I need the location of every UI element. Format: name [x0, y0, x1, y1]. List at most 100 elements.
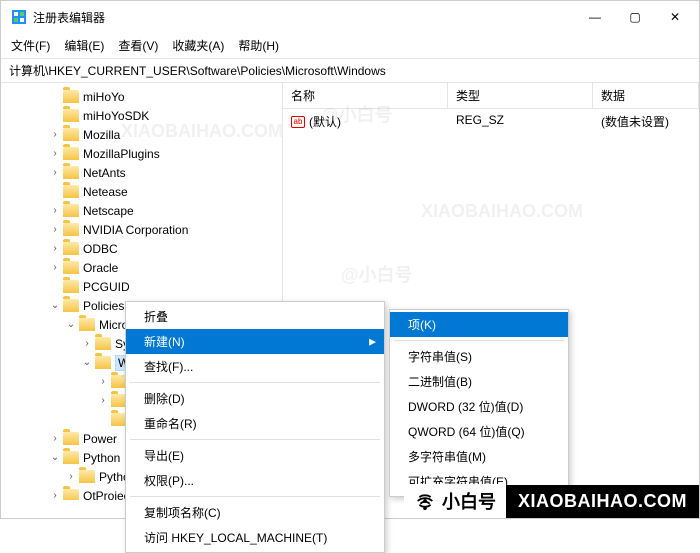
chevron-right-icon[interactable]: ›	[49, 167, 61, 178]
separator	[394, 340, 564, 341]
submenu-arrow-icon: ▶	[369, 336, 376, 347]
ctx-new-dword[interactable]: DWORD (32 位)值(D)	[390, 394, 568, 419]
folder-icon	[63, 185, 79, 198]
folder-icon	[95, 337, 111, 350]
tree-item[interactable]: › Netscape	[1, 201, 282, 220]
ctx-rename[interactable]: 重命名(R)	[126, 411, 384, 436]
tree-item[interactable]: miHoYoSDK	[1, 106, 282, 125]
ctx-copy-key[interactable]: 复制项名称(C)	[126, 500, 384, 525]
chevron-right-icon[interactable]: ›	[81, 338, 93, 349]
folder-icon	[63, 489, 79, 500]
ctx-delete[interactable]: 删除(D)	[126, 386, 384, 411]
minimize-button[interactable]: —	[575, 3, 615, 31]
row-data-text: (数值未设置)	[593, 111, 699, 132]
address-bar[interactable]: 计算机\HKEY_CURRENT_USER\Software\Policies\…	[1, 58, 699, 83]
chevron-right-icon[interactable]: ›	[49, 205, 61, 216]
folder-icon	[79, 470, 95, 483]
chevron-right-icon[interactable]: ›	[65, 471, 77, 482]
ctx-new-string[interactable]: 字符串值(S)	[390, 344, 568, 369]
tree-item-label: NetAnts	[83, 166, 126, 180]
chevron-down-icon[interactable]: ⌄	[65, 319, 77, 330]
tree-item[interactable]: Netease	[1, 182, 282, 201]
chevron-right-icon[interactable]: ›	[49, 148, 61, 159]
chevron-right-icon[interactable]: ›	[49, 262, 61, 273]
ctx-new-key[interactable]: 项(K)	[390, 312, 568, 337]
chevron-right-icon[interactable]: ›	[97, 376, 109, 387]
ctx-collapse[interactable]: 折叠	[126, 304, 384, 329]
separator	[130, 496, 380, 497]
string-value-icon: ab	[291, 116, 305, 128]
tree-item[interactable]: › Mozilla	[1, 125, 282, 144]
menu-view[interactable]: 查看(V)	[112, 35, 164, 56]
row-name-text: (默认)	[309, 113, 341, 130]
ctx-new-qword[interactable]: QWORD (64 位)值(Q)	[390, 419, 568, 444]
tree-item[interactable]: › Oracle	[1, 258, 282, 277]
tree-item-label: PCGUID	[83, 280, 130, 294]
chevron-right-icon[interactable]: ›	[49, 243, 61, 254]
ctx-new-label: 新建(N)	[144, 335, 185, 349]
folder-icon	[79, 318, 95, 331]
tree-item[interactable]: › NetAnts	[1, 163, 282, 182]
tree-item-label: MozillaPlugins	[83, 147, 160, 161]
tree-item-label: Power	[83, 432, 117, 446]
tree-item-label: ODBC	[83, 242, 118, 256]
folder-icon	[63, 166, 79, 179]
chevron-right-icon[interactable]: ›	[49, 224, 61, 235]
context-menu-main: 折叠 新建(N) ▶ 查找(F)... 删除(D) 重命名(R) 导出(E) 权…	[125, 301, 385, 553]
ctx-permissions[interactable]: 权限(P)...	[126, 468, 384, 493]
chevron-down-icon[interactable]: ⌄	[49, 452, 61, 463]
tree-item-label: Mozilla	[83, 128, 120, 142]
list-row[interactable]: ab (默认) REG_SZ (数值未设置)	[283, 109, 699, 134]
chevron-right-icon[interactable]: ›	[49, 129, 61, 140]
tree-item[interactable]: › MozillaPlugins	[1, 144, 282, 163]
tree-item[interactable]: › NVIDIA Corporation	[1, 220, 282, 239]
separator	[130, 382, 380, 383]
ctx-new[interactable]: 新建(N) ▶	[126, 329, 384, 354]
tree-item-label: Oracle	[83, 261, 118, 275]
close-button[interactable]: ✕	[655, 3, 695, 31]
window-title: 注册表编辑器	[33, 9, 575, 26]
watermark-banner: 小白号 XIAOBAIHAO.COM	[404, 484, 699, 518]
tree-item-label: NVIDIA Corporation	[83, 223, 188, 237]
folder-icon	[63, 147, 79, 160]
chevron-right-icon[interactable]: ›	[49, 490, 61, 500]
tree-item-label: Netscape	[83, 204, 134, 218]
separator	[130, 439, 380, 440]
context-menu-new-submenu: 项(K) 字符串值(S) 二进制值(B) DWORD (32 位)值(D) QW…	[389, 309, 569, 497]
chevron-down-icon[interactable]: ⌄	[49, 300, 61, 311]
ctx-find[interactable]: 查找(F)...	[126, 354, 384, 379]
chevron-right-icon[interactable]: ›	[49, 433, 61, 444]
ctx-export[interactable]: 导出(E)	[126, 443, 384, 468]
row-type-text: REG_SZ	[448, 111, 593, 132]
chevron-down-icon[interactable]: ⌄	[81, 357, 93, 368]
tree-item[interactable]: miHoYo	[1, 87, 282, 106]
tree-item-label: miHoYoSDK	[83, 109, 149, 123]
folder-icon	[63, 204, 79, 217]
tree-item-label: Python	[83, 451, 120, 465]
tree-item[interactable]: PCGUID	[1, 277, 282, 296]
folder-icon	[63, 280, 79, 293]
banner-left-text: 小白号	[442, 488, 496, 514]
folder-icon	[63, 128, 79, 141]
menu-help[interactable]: 帮助(H)	[232, 35, 285, 56]
ctx-new-multistring[interactable]: 多字符串值(M)	[390, 444, 568, 469]
chevron-right-icon[interactable]: ›	[97, 395, 109, 406]
menu-favorites[interactable]: 收藏夹(A)	[166, 35, 230, 56]
banner-right-text: XIAOBAIHAO.COM	[506, 485, 699, 518]
list-header: 名称 类型 数据	[283, 83, 699, 109]
header-data[interactable]: 数据	[593, 83, 699, 108]
folder-icon	[63, 432, 79, 445]
maximize-button[interactable]: ▢	[615, 3, 655, 31]
signal-icon	[414, 490, 436, 512]
header-type[interactable]: 类型	[448, 83, 593, 108]
header-name[interactable]: 名称	[283, 83, 448, 108]
menubar: 文件(F) 编辑(E) 查看(V) 收藏夹(A) 帮助(H)	[1, 33, 699, 58]
folder-icon	[63, 261, 79, 274]
menu-file[interactable]: 文件(F)	[5, 35, 56, 56]
folder-icon	[63, 299, 79, 312]
folder-icon	[63, 242, 79, 255]
tree-item[interactable]: › ODBC	[1, 239, 282, 258]
menu-edit[interactable]: 编辑(E)	[58, 35, 110, 56]
ctx-goto-hklm[interactable]: 访问 HKEY_LOCAL_MACHINE(T)	[126, 525, 384, 550]
ctx-new-binary[interactable]: 二进制值(B)	[390, 369, 568, 394]
